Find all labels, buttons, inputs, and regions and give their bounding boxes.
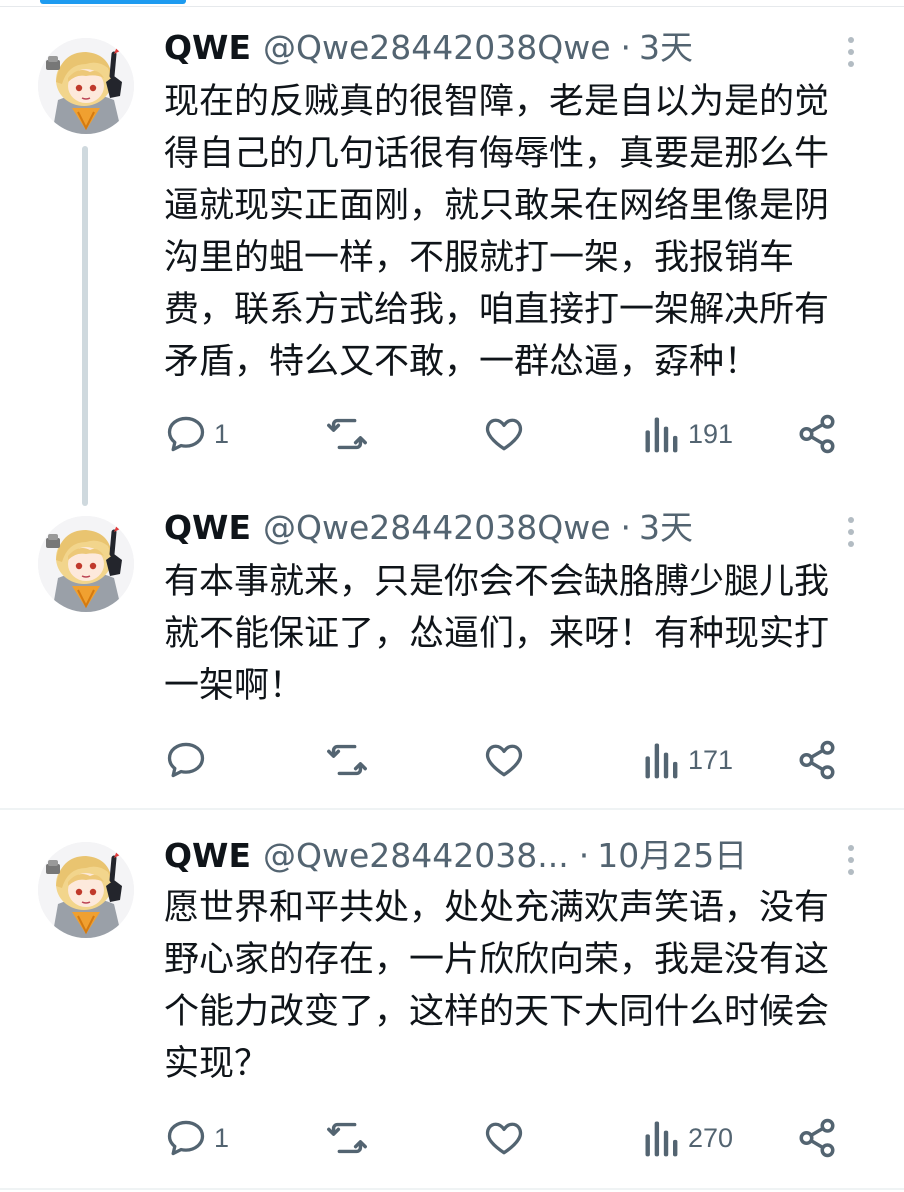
author-name[interactable]: QWE	[164, 26, 251, 70]
author-name[interactable]: QWE	[164, 506, 251, 550]
tweet-text: 现在的反贼真的很智障，老是自以为是的觉 得自己的几句话很有侮辱性，真要是那么牛 …	[164, 82, 830, 382]
tweet-actions: 1 191	[164, 406, 854, 462]
avatar-image	[38, 842, 134, 938]
view-count: 270	[688, 1122, 734, 1153]
tweet-timestamp[interactable]: 3天	[639, 26, 693, 70]
share-button[interactable]	[796, 732, 838, 788]
reply-count: 1	[214, 418, 230, 449]
view-count: 171	[688, 744, 734, 775]
views-button[interactable]: 171	[642, 732, 733, 788]
like-icon	[485, 1122, 523, 1155]
avatar[interactable]	[38, 842, 134, 938]
views-icon	[645, 743, 678, 779]
reply-count: 1	[214, 1122, 230, 1153]
tweet-text: 愿世界和平共处，处处充满欢声笑语，没有 野心家的存在，一片欣欣向荣，我是没有这 …	[164, 888, 830, 1084]
more-icon[interactable]	[836, 838, 866, 882]
tweet-timestamp[interactable]: 10月25日	[597, 834, 747, 878]
header-separator: ·	[620, 28, 632, 67]
tweet-actions: 171	[164, 732, 854, 788]
retweet-button[interactable]	[324, 406, 370, 462]
avatar[interactable]	[38, 516, 134, 612]
avatar[interactable]	[38, 38, 134, 134]
like-button[interactable]	[482, 1110, 526, 1166]
author-handle[interactable]: @Qwe28442038Qwe	[263, 26, 611, 70]
author-handle[interactable]: @Qwe28442038...	[263, 834, 569, 878]
views-button[interactable]: 191	[642, 406, 733, 462]
like-icon	[485, 744, 523, 777]
reply-icon	[167, 1120, 205, 1156]
tweet-timestamp[interactable]: 3天	[639, 506, 693, 550]
tweet-actions: 1 270	[164, 1110, 854, 1166]
like-button[interactable]	[482, 732, 526, 788]
retweet-button[interactable]	[324, 1110, 370, 1166]
reply-icon	[167, 416, 205, 452]
view-count: 191	[688, 418, 734, 449]
reply-button[interactable]	[164, 732, 214, 788]
retweet-button[interactable]	[324, 732, 370, 788]
retweet-icon	[327, 1122, 367, 1154]
author-name[interactable]: QWE	[164, 834, 251, 878]
tweet-header: QWE @Qwe28442038... · 10月25日	[164, 834, 747, 878]
tweet-header: QWE @Qwe28442038Qwe · 3天	[164, 506, 693, 550]
tweet-text: 有本事就来，只是你会不会缺胳膊少腿儿我 就不能保证了，怂逼们，来呀！有种现实打 …	[164, 562, 830, 706]
author-handle[interactable]: @Qwe28442038Qwe	[263, 506, 611, 550]
retweet-icon	[327, 744, 367, 776]
avatar-image	[38, 516, 134, 612]
like-icon	[485, 418, 523, 451]
share-button[interactable]	[796, 1110, 838, 1166]
header-separator: ·	[620, 508, 632, 547]
more-icon[interactable]	[836, 510, 866, 554]
reply-icon	[167, 742, 205, 778]
retweet-icon	[327, 418, 367, 450]
thread-connector-line	[82, 146, 88, 506]
views-button[interactable]: 270	[642, 1110, 733, 1166]
tweet-divider	[0, 1188, 904, 1190]
reply-button[interactable]: 1	[164, 1110, 229, 1166]
views-icon	[645, 417, 678, 453]
active-tab-indicator	[40, 0, 186, 4]
tweet-header: QWE @Qwe28442038Qwe · 3天	[164, 26, 693, 70]
header-separator: ·	[578, 836, 590, 875]
share-icon	[799, 414, 835, 454]
more-icon[interactable]	[836, 30, 866, 74]
share-icon	[799, 1118, 835, 1158]
share-icon	[799, 740, 835, 780]
avatar-image	[38, 38, 134, 134]
tweet-divider	[0, 808, 904, 810]
views-icon	[645, 1121, 678, 1157]
reply-button[interactable]: 1	[164, 406, 229, 462]
like-button[interactable]	[482, 406, 526, 462]
share-button[interactable]	[796, 406, 838, 462]
